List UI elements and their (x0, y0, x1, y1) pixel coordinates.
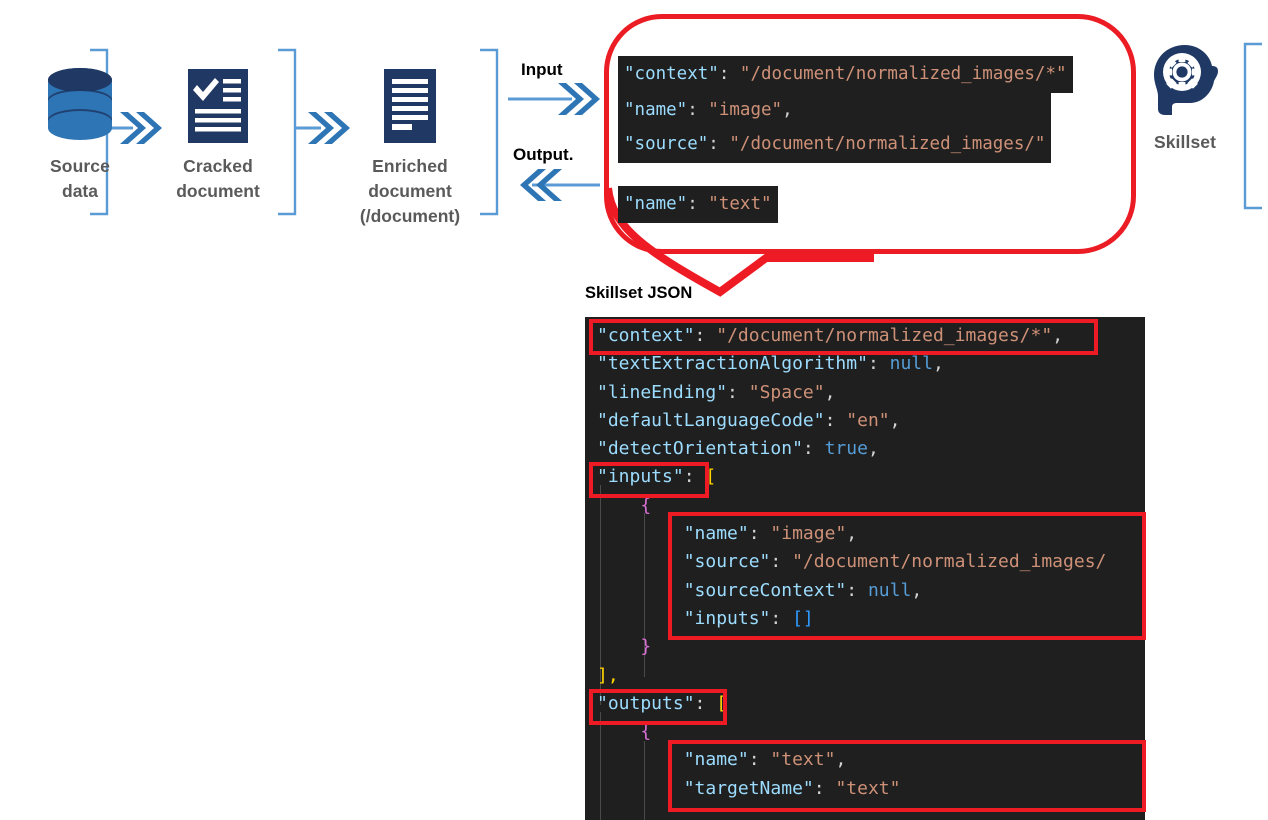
code-colon: : (683, 466, 706, 488)
code-colon: : (694, 692, 717, 714)
code-colon: : (770, 607, 793, 629)
code-string: "text" (770, 749, 836, 771)
checklist-document-icon (138, 58, 298, 154)
code-string: "Space" (748, 381, 825, 403)
database-cylinder-icon (0, 58, 160, 154)
code-colon: : (846, 579, 868, 601)
code-keyword: null (867, 579, 912, 601)
code-comma: , (824, 381, 836, 403)
code-key: "source" (624, 134, 709, 155)
code-key: "name" (624, 194, 688, 214)
code-bracket: ], (597, 664, 619, 686)
code-key: "textExtractionAlgorithm" (597, 353, 868, 375)
code-keyword: null (889, 353, 933, 375)
flow-label-input: Input (521, 60, 563, 79)
code-string: "/document/normalized_images/" (729, 134, 1046, 155)
skillset-json-panel: "context": "/document/normalized_images/… (585, 317, 1145, 820)
code-key: "source" (683, 551, 771, 573)
code-brace: { (640, 721, 652, 743)
code-key: "lineEnding" (597, 381, 728, 403)
code-key: "context" (624, 64, 719, 84)
code-key: "inputs" (683, 607, 771, 629)
code-key: "inputs" (597, 466, 684, 488)
code-key: "outputs" (597, 692, 695, 714)
code-key: "name" (624, 100, 688, 120)
pipeline-node-sublabel: data (62, 180, 98, 201)
code-string: "image" (708, 100, 783, 120)
code-comma: , (1052, 325, 1064, 346)
pipeline-node-label: Cracked (183, 156, 253, 176)
code-string: "en" (846, 409, 890, 431)
pipeline-node-label: Source (50, 156, 110, 176)
code-comma: , (911, 579, 923, 601)
code-key: "targetName" (683, 777, 814, 799)
code-key: "context" (597, 325, 695, 346)
pipeline-node-enriched-document: Enriched document (/document) (320, 58, 500, 229)
code-key: "detectOrientation" (597, 438, 803, 460)
code-bracket: [ (705, 466, 717, 488)
pipeline-node-source-data: Source data (0, 58, 160, 204)
code-key: "name" (683, 523, 749, 545)
code-comma: , (867, 438, 879, 460)
code-colon: : (687, 100, 709, 120)
code-colon: : (748, 749, 771, 771)
pipeline-node-sublabel: document (368, 180, 452, 201)
code-comma: , (932, 353, 944, 375)
code-colon: : (770, 551, 793, 573)
flow-label-output: Output. (513, 145, 574, 164)
code-colon: : (687, 194, 709, 214)
code-comma: , (889, 409, 901, 431)
code-comma: , (846, 523, 858, 545)
code-string: "text" (708, 194, 772, 214)
code-key: "name" (683, 749, 749, 771)
code-colon: : (813, 777, 836, 799)
callout-chip-output: "name": "text" (618, 186, 778, 224)
pipeline-node-cracked-document: Cracked document (138, 58, 298, 204)
code-brace: { (640, 494, 652, 516)
code-string: "/document/normalized_images/*" (716, 325, 1053, 346)
code-bracket: [ (716, 692, 728, 714)
code-colon: : (867, 353, 890, 375)
code-colon: : (694, 325, 717, 346)
pipeline-node-path: (/document) (359, 205, 461, 226)
code-comma: , (835, 749, 847, 771)
pipeline-node-sublabel: document (176, 180, 260, 201)
callout-chip-input: "name": "image", "source": "/document/no… (618, 92, 1052, 164)
skillset-json-code: "context": "/document/normalized_images/… (585, 317, 1145, 803)
code-keyword: true (824, 438, 868, 460)
code-comma: , (782, 100, 793, 120)
code-string: "image" (770, 523, 847, 545)
code-brace: } (640, 636, 652, 658)
code-string: "text" (835, 777, 901, 799)
code-colon: : (748, 523, 771, 545)
code-bracket: [] (792, 607, 814, 629)
callout-chip-context: "context": "/document/normalized_images/… (618, 56, 1073, 94)
code-colon: : (708, 134, 730, 155)
pipeline-node-label: Enriched (372, 156, 448, 176)
document-lines-icon (320, 58, 500, 154)
code-string: "/document/normalized_images/ (792, 551, 1107, 573)
code-key: "sourceContext" (683, 579, 847, 601)
code-colon: : (802, 438, 825, 460)
skillset-json-caption: Skillset JSON (585, 284, 693, 302)
code-colon: : (824, 409, 847, 431)
code-colon: : (718, 64, 740, 84)
code-string: "/document/normalized_images/*" (739, 64, 1067, 84)
code-colon: : (727, 381, 749, 403)
code-key: "defaultLanguageCode" (597, 409, 825, 431)
